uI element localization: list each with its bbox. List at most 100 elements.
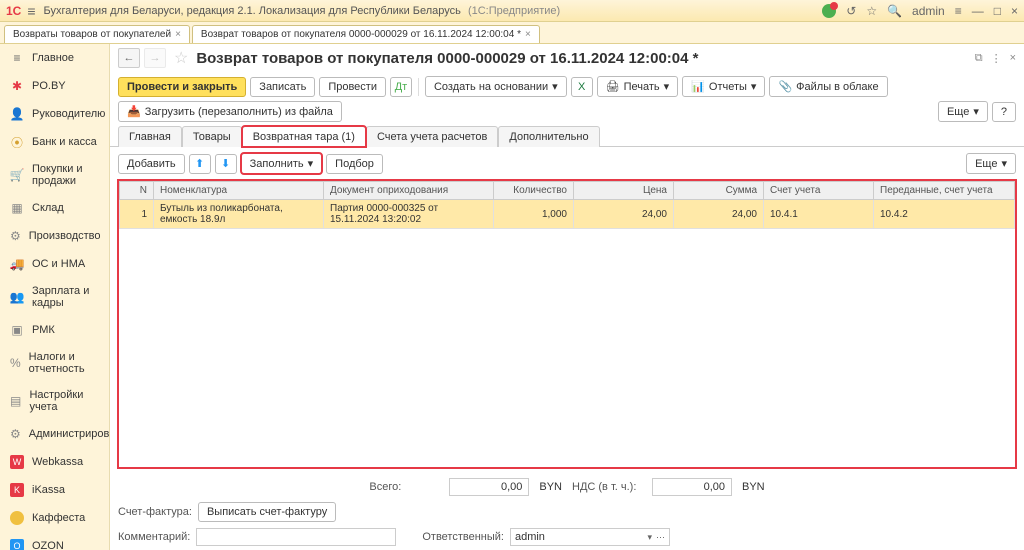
sidebar-item[interactable]: ≡Главное bbox=[0, 44, 109, 72]
write-button[interactable]: Записать bbox=[250, 77, 315, 97]
col-sum[interactable]: Сумма bbox=[674, 182, 764, 200]
sidebar-item[interactable]: ▣РМК bbox=[0, 316, 109, 344]
print-button[interactable]: 🖨 Печать ▾ bbox=[597, 76, 679, 97]
window-tab[interactable]: Возвраты товаров от покупателей× bbox=[4, 25, 190, 43]
tare-table[interactable]: N Номенклатура Документ оприходования Ко… bbox=[118, 180, 1016, 468]
open-ref-icon[interactable]: ⋯ bbox=[656, 532, 665, 543]
doc-tab-main[interactable]: Главная bbox=[118, 126, 182, 147]
maximize-icon[interactable]: □ bbox=[994, 4, 1001, 18]
nav-forward-button[interactable]: → bbox=[144, 48, 166, 68]
webkassa-icon: W bbox=[10, 455, 24, 469]
history-icon[interactable]: ↺ bbox=[846, 4, 856, 18]
favorites-icon[interactable]: ☆ bbox=[866, 4, 877, 18]
currency-label: BYN bbox=[742, 481, 765, 493]
sidebar-item[interactable]: 🛒Покупки и продажи bbox=[0, 156, 109, 194]
tab-close-icon[interactable]: × bbox=[525, 29, 531, 40]
link-icon[interactable]: ⧉ bbox=[975, 52, 983, 65]
col-account-transferred[interactable]: Переданные, счет учета bbox=[874, 182, 1015, 200]
sidebar-item[interactable]: 👤Руководителю bbox=[0, 100, 109, 128]
col-n[interactable]: N bbox=[120, 182, 154, 200]
settings-icon: ▤ bbox=[10, 394, 21, 408]
sidebar-item[interactable]: WWebkassa bbox=[0, 448, 109, 476]
sidebar-item[interactable]: ▤Настройки учета bbox=[0, 382, 109, 420]
favorite-star-icon[interactable]: ☆ bbox=[174, 48, 188, 68]
move-down-button[interactable]: ⬇ bbox=[215, 154, 237, 174]
settings-icon[interactable]: ≡ bbox=[955, 4, 962, 18]
load-from-file-button[interactable]: 📥 Загрузить (перезаполнить) из файла bbox=[118, 101, 342, 122]
sidebar-item[interactable]: %Налоги и отчетность bbox=[0, 344, 109, 382]
nav-sidebar: ≡Главное ✱PO.BY 👤Руководителю ⦿Банк и ка… bbox=[0, 44, 110, 550]
post-and-close-button[interactable]: Провести и закрыть bbox=[118, 77, 246, 97]
sidebar-item[interactable]: ⚙Производство bbox=[0, 222, 109, 250]
sidebar-item[interactable]: KiKassa bbox=[0, 476, 109, 504]
app-title: Бухгалтерия для Беларуси, редакция 2.1. … bbox=[44, 5, 823, 17]
kaffesta-icon bbox=[10, 511, 24, 525]
sidebar-item[interactable]: OOZON bbox=[0, 532, 109, 550]
table-row[interactable]: 1 Бутыль из поликарбоната, емкость 18.9л… bbox=[120, 200, 1015, 229]
more-button[interactable]: Еще ▾ bbox=[938, 101, 988, 122]
post-button[interactable]: Провести bbox=[319, 77, 386, 97]
move-up-button[interactable]: ⬆ bbox=[189, 154, 211, 174]
sidebar-item[interactable]: 🚚ОС и НМА bbox=[0, 250, 109, 278]
invoice-label: Счет-фактура: bbox=[118, 506, 192, 518]
home-icon: ≡ bbox=[10, 51, 24, 65]
window-tabs: Возвраты товаров от покупателей× Возврат… bbox=[0, 22, 1024, 44]
col-price[interactable]: Цена bbox=[574, 182, 674, 200]
more-menu-icon[interactable]: ⋮ bbox=[991, 52, 1002, 65]
fill-button[interactable]: Заполнить ▾ bbox=[241, 153, 323, 174]
hr-icon: 👥 bbox=[10, 290, 24, 304]
transactions-icon[interactable]: Дт bbox=[390, 77, 412, 97]
sub-more-button[interactable]: Еще ▾ bbox=[966, 153, 1016, 174]
doc-tab-accounts[interactable]: Счета учета расчетов bbox=[366, 126, 498, 147]
reports-button[interactable]: 📊 Отчеты ▾ bbox=[682, 76, 765, 97]
responsible-label: Ответственный: bbox=[422, 531, 504, 543]
cloud-files-button[interactable]: 📎 Файлы в облаке bbox=[769, 76, 887, 97]
nav-back-button[interactable]: ← bbox=[118, 48, 140, 68]
window-tab[interactable]: Возврат товаров от покупателя 0000-00002… bbox=[192, 25, 540, 43]
doc-tab-tare[interactable]: Возвратная тара (1) bbox=[242, 126, 366, 147]
tax-icon: % bbox=[10, 356, 21, 370]
chevron-down-icon: ▾ bbox=[647, 532, 652, 543]
total-value: 0,00 bbox=[449, 478, 529, 496]
sidebar-item[interactable]: ▦Склад bbox=[0, 194, 109, 222]
assets-icon: 🚚 bbox=[10, 257, 24, 271]
vat-value: 0,00 bbox=[652, 478, 732, 496]
create-based-button[interactable]: Создать на основании ▾ bbox=[425, 76, 567, 97]
doc-tab-extra[interactable]: Дополнительно bbox=[498, 126, 599, 147]
sidebar-item[interactable]: ✱PO.BY bbox=[0, 72, 109, 100]
select-button[interactable]: Подбор bbox=[326, 154, 383, 174]
production-icon: ⚙ bbox=[10, 229, 21, 243]
search-icon[interactable]: 🔍 bbox=[887, 4, 902, 18]
ikassa-icon: K bbox=[10, 483, 24, 497]
sidebar-item[interactable]: ⚙Администрирование bbox=[0, 420, 109, 448]
vat-label: НДС (в т. ч.): bbox=[572, 481, 642, 493]
minimize-icon[interactable]: — bbox=[972, 4, 984, 18]
sidebar-item[interactable]: ⦿Банк и касса bbox=[0, 128, 109, 156]
col-account[interactable]: Счет учета bbox=[764, 182, 874, 200]
col-qty[interactable]: Количество bbox=[494, 182, 574, 200]
responsible-combo[interactable]: admin ▾ ⋯ bbox=[510, 528, 670, 546]
document-title: Возврат товаров от покупателя 0000-00002… bbox=[196, 50, 970, 67]
cart-icon: 🛒 bbox=[10, 168, 24, 182]
col-receipt-doc[interactable]: Документ оприходования bbox=[324, 182, 494, 200]
col-nomenclature[interactable]: Номенклатура bbox=[154, 182, 324, 200]
bank-icon: ⦿ bbox=[10, 135, 24, 149]
manager-icon: 👤 bbox=[10, 107, 24, 121]
doc-tab-goods[interactable]: Товары bbox=[182, 126, 242, 147]
sidebar-item[interactable]: 👥Зарплата и кадры bbox=[0, 278, 109, 316]
notifications-icon[interactable] bbox=[822, 4, 836, 18]
total-label: Всего: bbox=[369, 481, 439, 493]
main-menu-icon[interactable]: ≡ bbox=[27, 3, 35, 19]
user-label[interactable]: admin bbox=[912, 4, 945, 18]
close-doc-icon[interactable]: × bbox=[1010, 52, 1016, 65]
close-icon[interactable]: × bbox=[1011, 4, 1018, 18]
tab-close-icon[interactable]: × bbox=[175, 29, 181, 40]
help-button[interactable]: ? bbox=[992, 102, 1016, 122]
create-invoice-button[interactable]: Выписать счет-фактуру bbox=[198, 502, 336, 522]
sidebar-item[interactable]: Каффеста bbox=[0, 504, 109, 532]
rmk-icon: ▣ bbox=[10, 323, 24, 337]
excel-icon[interactable]: X bbox=[571, 77, 593, 97]
comment-input[interactable] bbox=[196, 528, 396, 546]
currency-label: BYN bbox=[539, 481, 562, 493]
add-row-button[interactable]: Добавить bbox=[118, 154, 185, 174]
